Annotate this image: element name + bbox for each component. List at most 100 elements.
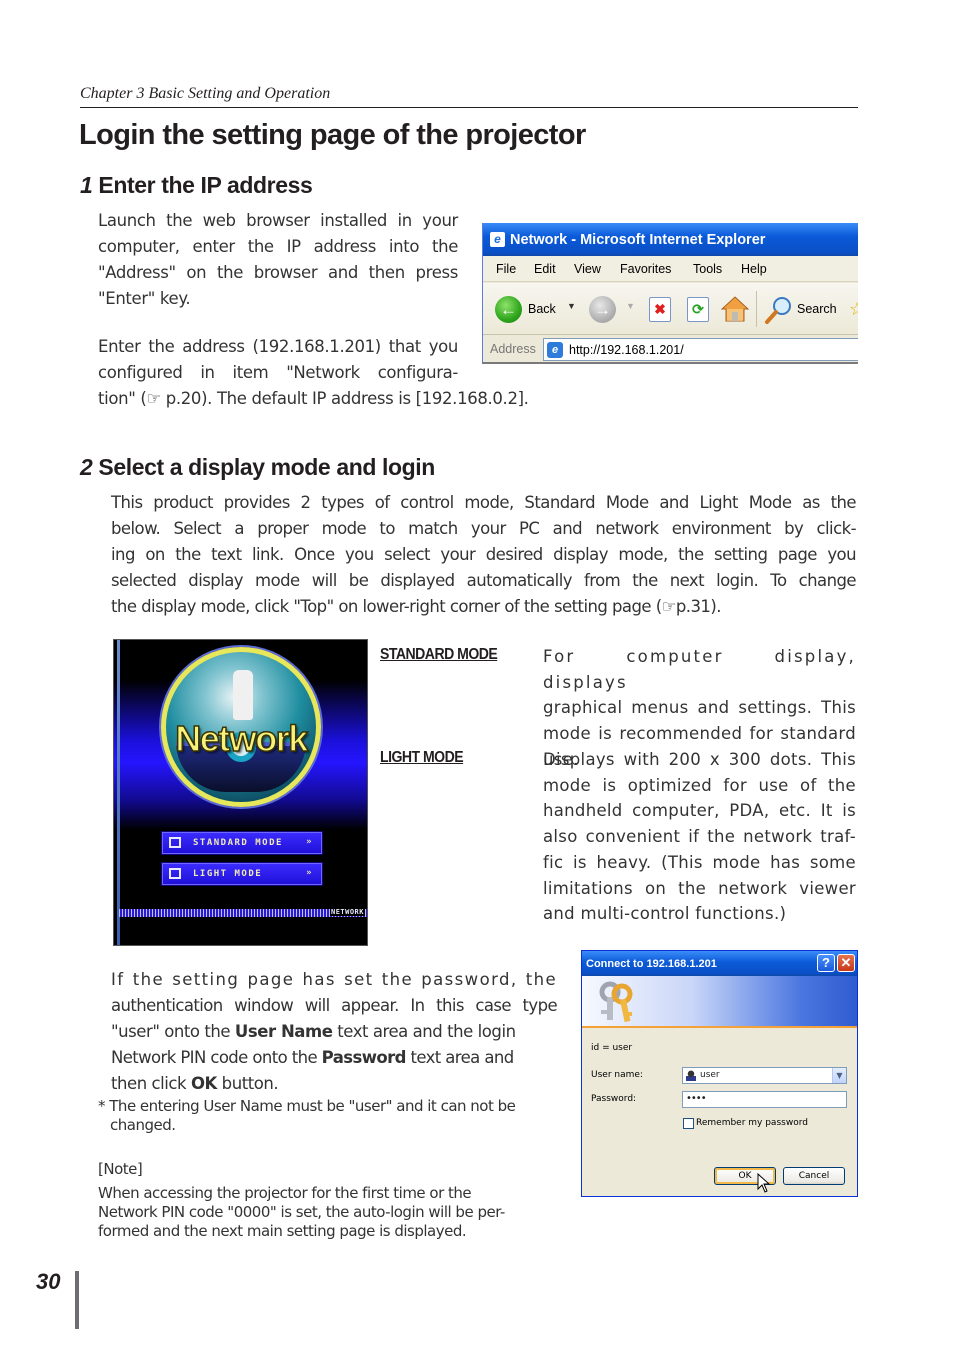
dialog-banner xyxy=(582,976,857,1028)
text-line: When accessing the projector for the fir… xyxy=(98,1184,472,1202)
address-label: Address xyxy=(490,342,536,356)
text-line: Network PIN code "0000" is set, the auto… xyxy=(98,1203,505,1221)
back-button-label[interactable]: Back xyxy=(528,302,556,316)
page-number: 30 xyxy=(36,1269,61,1294)
bold-ok: OK xyxy=(190,1074,217,1093)
menu-help[interactable]: Help xyxy=(741,262,767,276)
close-icon[interactable]: ✕ xyxy=(837,954,855,972)
password-value: •••• xyxy=(686,1093,707,1104)
text-line: mode is recommended for standard xyxy=(543,724,856,744)
text-line: Network PIN code onto the Password text … xyxy=(111,1045,557,1071)
text-line: Enter the address (192.168.1.201) that y… xyxy=(98,337,458,356)
standard-mode-link[interactable]: STANDARD MODE xyxy=(380,646,498,664)
browser-title-bar: e Network - Microsoft Internet Explorer xyxy=(483,223,858,256)
back-dropdown-icon[interactable]: ▼ xyxy=(567,301,576,311)
light-mode-button[interactable]: LIGHT MODE » xyxy=(162,863,322,885)
chevron-down-icon[interactable]: ▼ xyxy=(832,1068,846,1083)
menu-favorites[interactable]: Favorites xyxy=(620,262,671,276)
toolbar-separator xyxy=(756,291,757,327)
text-span: text area and xyxy=(405,1048,514,1067)
address-input[interactable]: e http://192.168.1.201/ xyxy=(543,338,858,361)
text-line: "Enter" key. xyxy=(98,289,191,308)
text-span: text area and the login xyxy=(332,1022,516,1041)
step2-paragraph: This product provides 2 types of control… xyxy=(111,490,857,620)
search-button-label[interactable]: Search xyxy=(797,302,837,316)
forward-arrow-icon[interactable]: → xyxy=(589,296,616,323)
text-line: limitations on the network viewer xyxy=(543,878,856,898)
user-icon xyxy=(686,1070,696,1081)
text-line: the display mode, click "Top" on lower-r… xyxy=(111,597,721,616)
password-label: Password: xyxy=(591,1094,637,1104)
refresh-icon[interactable]: ⟳ xyxy=(687,297,709,322)
text-span: Network PIN code onto the xyxy=(111,1048,322,1067)
text-line: selected display mode will be displayed … xyxy=(111,571,857,590)
page-icon: e xyxy=(547,342,563,358)
text-line: tion" (☞ p.20). The default IP address i… xyxy=(98,389,529,408)
menu-tools[interactable]: Tools xyxy=(693,262,722,276)
back-arrow-icon[interactable]: ← xyxy=(495,296,522,323)
dialog-title-bar: Connect to 192.168.1.201 ? ✕ xyxy=(582,951,857,976)
splash-footer-label: NETWORK xyxy=(329,908,365,916)
text-span: then click xyxy=(111,1074,191,1093)
step1-paragraph1: Launch the web browser installed in your… xyxy=(98,208,458,312)
text-line: "user" onto the User Name text area and … xyxy=(111,1019,557,1045)
text-line: handheld computer, PDA, etc. It is xyxy=(543,801,856,821)
step2-heading: 2 Select a display mode and login xyxy=(80,454,435,481)
note-heading: [Note] xyxy=(98,1160,143,1178)
text-line: formed and the next main setting page is… xyxy=(98,1222,467,1240)
text-line: graphical menus and settings. This xyxy=(543,698,856,718)
remember-password-checkbox[interactable] xyxy=(683,1118,694,1129)
light-mode-link[interactable]: LIGHT MODE xyxy=(380,749,464,767)
network-splash-screenshot: Network STANDARD MODE » LIGHT MODE » NET… xyxy=(113,639,368,946)
username-value: user xyxy=(700,1070,720,1080)
ie-logo-icon: e xyxy=(490,232,505,247)
text-line: below. Select a proper mode to match you… xyxy=(111,519,857,538)
page-number-bar xyxy=(75,1271,79,1329)
stop-icon[interactable]: ✖ xyxy=(649,297,671,322)
text-span: button. xyxy=(216,1074,279,1093)
username-combobox[interactable]: user ▼ xyxy=(682,1067,847,1084)
standard-mode-button[interactable]: STANDARD MODE » xyxy=(162,832,322,854)
splash-edge-bar xyxy=(117,640,120,945)
password-input[interactable]: •••• xyxy=(682,1091,847,1108)
menu-file[interactable]: File xyxy=(496,262,516,276)
address-url: http://192.168.1.201/ xyxy=(569,343,684,357)
text-line: computer, enter the IP address into the xyxy=(98,237,458,256)
search-magnifier-icon[interactable] xyxy=(764,295,794,325)
text-line: also convenient if the network traf- xyxy=(543,827,856,847)
mouse-cursor-icon xyxy=(757,1173,771,1193)
text-line: Launch the web browser installed in your xyxy=(98,211,458,230)
cancel-button[interactable]: Cancel xyxy=(783,1167,845,1185)
text-span: "user" onto the xyxy=(111,1022,235,1041)
light-mode-description: Displays with 200 x 300 dots. This mode … xyxy=(543,747,856,927)
auth-footnote: * The entering User Name must be "user" … xyxy=(98,1097,516,1135)
remember-password-label[interactable]: Remember my password xyxy=(696,1118,808,1128)
favorites-star-icon[interactable]: ☆ xyxy=(849,299,858,320)
menu-edit[interactable]: Edit xyxy=(534,262,556,276)
help-icon[interactable]: ? xyxy=(817,954,835,972)
address-bar: Address e http://192.168.1.201/ xyxy=(483,336,858,362)
home-icon[interactable] xyxy=(721,295,749,323)
text-line: fic is heavy. (This mode has some xyxy=(543,852,856,872)
auth-paragraph: If the setting page has set the password… xyxy=(111,967,558,1097)
text-line: ing on the text link. Once you select yo… xyxy=(111,545,857,564)
dialog-title: Connect to 192.168.1.201 xyxy=(586,958,717,970)
step1-heading-text: Enter the IP address xyxy=(98,172,313,198)
exclamation-icon xyxy=(233,670,253,720)
text-line: authentication window will appear. In th… xyxy=(111,996,558,1015)
bold-password: Password xyxy=(321,1048,407,1067)
chapter-header: Chapter 3 Basic Setting and Operation xyxy=(80,85,331,102)
note-block: [Note] When accessing the projector for … xyxy=(98,1160,505,1241)
standard-mode-label: STANDARD MODE xyxy=(193,838,283,848)
realm-text: id = user xyxy=(591,1043,633,1053)
double-chevron-icon: » xyxy=(306,868,313,878)
text-line: This product provides 2 types of control… xyxy=(111,493,857,512)
network-logo-text: Network xyxy=(174,717,309,760)
page-title: Login the setting page of the projector xyxy=(79,119,586,151)
menu-view[interactable]: View xyxy=(574,262,601,276)
square-icon xyxy=(169,868,181,879)
text-line: and multi-control functions.) xyxy=(543,904,787,924)
forward-dropdown-icon[interactable]: ▼ xyxy=(626,301,635,311)
text-line: * The entering User Name must be "user" … xyxy=(98,1097,516,1115)
text-line: mode is optimized for use of the xyxy=(543,775,856,795)
